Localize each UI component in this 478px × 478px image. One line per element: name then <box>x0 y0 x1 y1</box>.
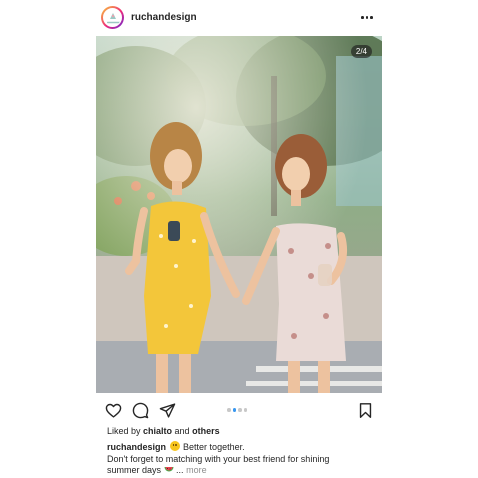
likes-others[interactable]: others <box>192 426 220 436</box>
more-horizontal-icon <box>361 16 364 19</box>
more-dot <box>365 16 369 19</box>
heart-icon[interactable] <box>105 402 122 419</box>
avatar-logo <box>103 8 122 27</box>
likes-prefix: Liked by <box>107 426 144 436</box>
caption-author[interactable]: ruchandesign <box>107 442 166 452</box>
slide-counter: 2/4 <box>350 45 372 58</box>
likes-line: Liked by chialto and others <box>107 426 220 436</box>
avatar[interactable] <box>101 6 124 29</box>
more-dot <box>370 16 373 19</box>
liked-by-user[interactable]: chialto <box>143 426 172 436</box>
post-username[interactable]: ruchandesign <box>131 12 197 23</box>
post-caption: ruchandesign Better together. Don't forg… <box>107 441 367 477</box>
photo-image <box>96 36 382 393</box>
caption-more-link[interactable]: more <box>186 465 207 475</box>
caption-ellipsis: ... <box>176 465 184 475</box>
caption-line3: summer days <box>107 465 162 475</box>
carousel-dot <box>238 408 242 412</box>
smile-emoji-icon <box>169 441 180 451</box>
post-photo[interactable]: 2/4 <box>96 36 382 393</box>
bookmark-icon[interactable] <box>357 402 374 419</box>
carousel-dot-active <box>232 408 236 412</box>
caption-line2: Don't forget to matching with your best … <box>107 453 330 464</box>
comment-icon[interactable] <box>132 402 149 419</box>
carousel-dot <box>227 408 231 412</box>
carousel-dot <box>243 408 247 412</box>
brand-logo-icon <box>110 13 116 19</box>
paper-plane-icon[interactable] <box>159 402 176 419</box>
more-options-button[interactable] <box>360 10 374 24</box>
watermelon-emoji-icon <box>164 467 174 472</box>
likes-middle: and <box>172 426 193 436</box>
brand-logo-text <box>107 21 121 24</box>
caption-line1: Better together. <box>183 442 245 452</box>
carousel-indicator <box>227 408 247 412</box>
post-header: ruchandesign <box>96 4 382 32</box>
post-actions <box>96 400 382 420</box>
